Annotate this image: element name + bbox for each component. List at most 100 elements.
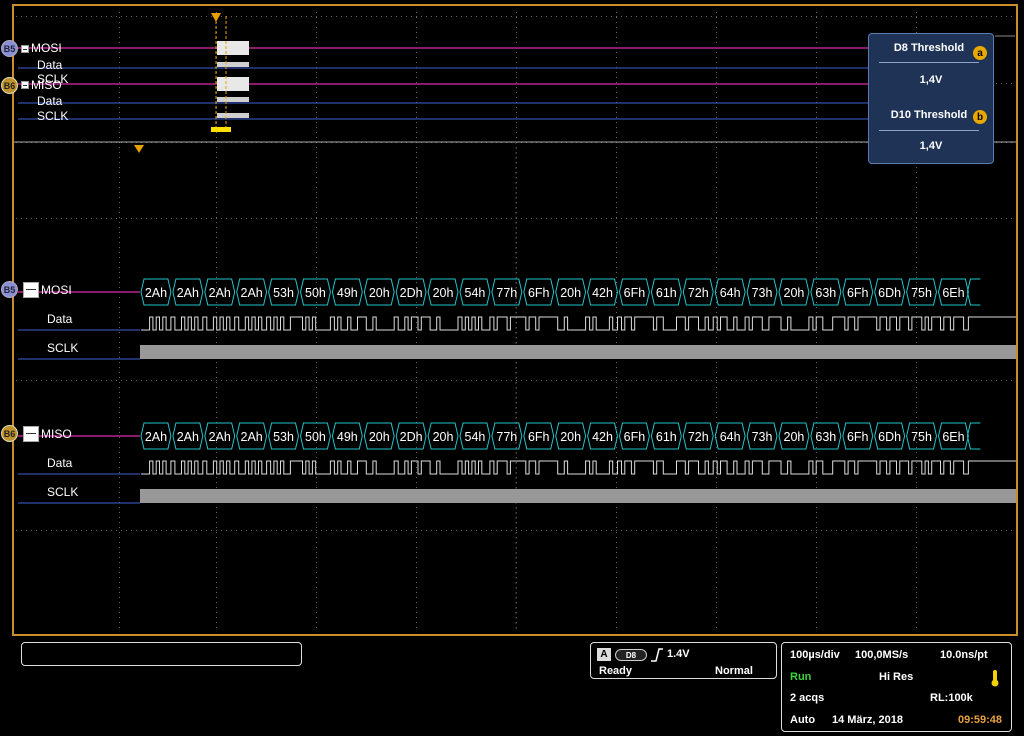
trigger-mode: Normal [715,665,753,677]
grid-dot [316,187,317,188]
grid-dot [576,530,577,531]
grid-dot [816,607,817,608]
grid-dot [546,380,547,381]
grid-dot [411,380,412,381]
grid-dot [616,562,617,563]
grid-dot [661,530,662,531]
marker-a-icon[interactable]: a [973,46,987,60]
bus-badge-b5[interactable]: B5 [1,40,18,57]
grid-dot [716,507,717,508]
grid-dot [916,462,917,463]
grid-dot [816,477,817,478]
grid-dot [806,16,807,17]
grid-dot [916,367,917,368]
grid-dot [316,527,317,528]
collapse-icon[interactable] [23,426,39,442]
collapse-icon[interactable] [23,282,39,298]
grid-dot [316,197,317,198]
decoded-byte-label: 63h [815,286,836,300]
grid-dot [886,380,887,381]
grid-dot [916,402,917,403]
grid-dot [616,37,617,38]
grid-dot [816,537,817,538]
grid-dot [216,607,217,608]
d10-threshold-value[interactable]: 1,4V [869,140,993,152]
grid-dot [916,487,917,488]
d10-threshold-title: D10 Threshold [890,109,968,121]
bus-badge-b6[interactable]: B6 [1,77,18,94]
collapse-icon[interactable] [21,45,29,53]
grid-dot [316,342,317,343]
d8-threshold-value[interactable]: 1,4V [869,74,993,86]
grid-dot [216,567,217,568]
grid-dot [716,237,717,238]
grid-dot [916,472,917,473]
grid-dot [786,218,787,219]
collapse-icon[interactable] [21,81,29,89]
grid-dot [816,162,817,163]
bus-badge-b5[interactable]: B5 [1,281,18,298]
grid-dot [716,617,717,618]
grid-dot [316,132,317,133]
grid-dot [816,257,817,258]
grid-dot [951,380,952,381]
grid-dot [271,530,272,531]
grid-dot [416,307,417,308]
grid-dot [251,218,252,219]
grid-dot [381,16,382,17]
grid-dot [391,530,392,531]
grid-dot [921,530,922,531]
grid-dot [796,16,797,17]
grid-dot [816,387,817,388]
grid-dot [456,530,457,531]
grid-dot [119,617,120,618]
grid-dot [616,467,617,468]
grid-dot [916,327,917,328]
grid-dot [816,542,817,543]
grid-dot [716,207,717,208]
grid-dot [421,218,422,219]
grid-dot [166,380,167,381]
grid-dot [316,62,317,63]
grid-dot [471,218,472,219]
grid-dot [376,218,377,219]
message-box[interactable] [21,642,302,666]
grid-dot [416,12,417,13]
grid-dot [216,377,217,378]
grid-dot [711,218,712,219]
grid-dot [881,218,882,219]
grid-dot [816,137,817,138]
grid-dot [291,530,292,531]
grid-dot [616,412,617,413]
grid-dot [916,482,917,483]
trigger-readout[interactable]: A D8 1.4V Ready Normal [590,642,777,679]
acquisition-readout[interactable]: 100µs/div 100,0MS/s 10.0ns/pt Run Hi Res… [781,642,1012,732]
grid-dot [326,530,327,531]
grid-dot [421,530,422,531]
grid-dot [996,218,997,219]
grid-dot [316,332,317,333]
grid-dot [281,218,282,219]
grid-dot [166,530,167,531]
grid-dot [616,302,617,303]
grid-dot [976,530,977,531]
marker-b-icon[interactable]: b [973,110,987,124]
grid-dot [741,380,742,381]
grid-dot [206,16,207,17]
grid-dot [46,380,47,381]
grid-dot [831,380,832,381]
grid-dot [616,92,617,93]
grid-dot [76,530,77,531]
grid-dot [591,530,592,531]
grid-dot [616,397,617,398]
grid-dot [716,402,717,403]
grid-dot [571,380,572,381]
grid-dot [836,380,837,381]
grid-dot [616,507,617,508]
bus-badge-b6[interactable]: B6 [1,425,18,442]
threshold-panel[interactable]: D8 Threshold a 1,4V D10 Threshold b 1,4V [868,33,994,164]
grid-dot [336,218,337,219]
grid-dot [186,218,187,219]
grid-dot [916,337,917,338]
grid-dot [966,218,967,219]
